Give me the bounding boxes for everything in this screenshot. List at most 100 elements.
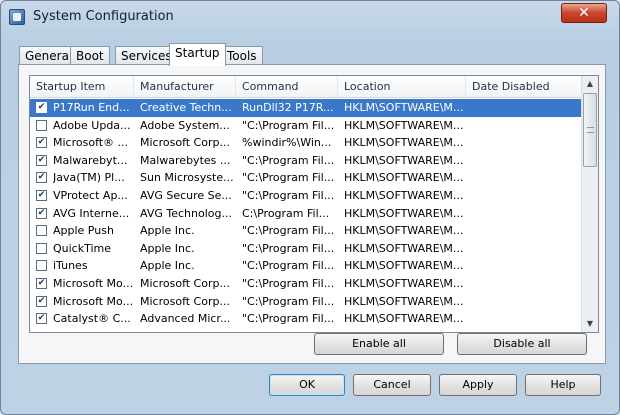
list-rows: ✔ P17Run End... Creative Techn... RunDll32 … (30, 99, 583, 328)
cell-item: QuickTime (53, 241, 112, 255)
startup-item-checkbox[interactable]: ✔ (36, 154, 47, 166)
scrollbar-thumb[interactable] (583, 93, 597, 167)
cell-manufacturer: Microsoft Corp... (140, 276, 230, 290)
apply-button[interactable]: Apply (439, 374, 517, 396)
cell-item: P17Run End... (53, 101, 130, 114)
startup-panel: Startup Item Manufacturer Command Locati… (18, 64, 606, 364)
scroll-down-icon[interactable]: ▼ (582, 316, 598, 332)
startup-item-checkbox[interactable]: ✔ (36, 295, 47, 307)
cell-item: iTunes (53, 259, 88, 273)
tab-tools[interactable]: Tools (221, 46, 263, 65)
list-header: Startup Item Manufacturer Command Locati… (30, 76, 583, 98)
cell-location: HKLM\SOFTWARE\M... (344, 241, 464, 255)
cell-item: Apple Push (53, 224, 114, 238)
tab-boot[interactable]: Boot (70, 46, 110, 65)
cell-command: "C:\Program Fil... (242, 118, 335, 132)
startup-item-checkbox[interactable] (36, 225, 47, 237)
cell-command: "C:\Program Fil... (242, 259, 335, 273)
scroll-up-icon[interactable]: ▲ (582, 76, 598, 92)
cell-manufacturer: Apple Inc. (140, 259, 195, 273)
column-header-manufacturer[interactable]: Manufacturer (134, 76, 236, 98)
startup-item-checkbox[interactable]: ✔ (36, 313, 47, 325)
cell-command: "C:\Program Fil... (242, 171, 335, 185)
cell-item: Adobe Upda... (53, 118, 131, 132)
startup-item-checkbox[interactable]: ✔ (36, 207, 47, 219)
cell-location: HKLM\SOFTWARE\M... (344, 276, 464, 290)
cancel-button[interactable]: Cancel (353, 374, 431, 396)
startup-item-checkbox[interactable] (36, 242, 47, 254)
help-button[interactable]: Help (525, 374, 601, 396)
column-header-startup-item[interactable]: Startup Item (30, 76, 134, 98)
cell-command: "C:\Program Fil... (242, 241, 335, 255)
cell-command: "C:\Program Fil... (242, 153, 335, 167)
startup-item-row[interactable]: iTunes Apple Inc. "C:\Program Fil... HKLM\S… (30, 257, 583, 275)
cell-item: Catalyst® C... (53, 312, 131, 326)
column-header-location[interactable]: Location (338, 76, 466, 98)
startup-item-checkbox[interactable]: ✔ (36, 277, 47, 289)
grip-icon (587, 127, 594, 133)
title-bar[interactable]: System Configuration ✕ (1, 1, 619, 35)
column-header-date-disabled[interactable]: Date Disabled (466, 76, 583, 98)
tab-startup[interactable]: Startup (169, 43, 226, 66)
cell-command: "C:\Program Fil... (242, 276, 335, 290)
startup-item-checkbox[interactable]: ✔ (36, 102, 47, 113)
cell-command: "C:\Program Fil... (242, 224, 335, 238)
startup-item-checkbox[interactable]: ✔ (36, 172, 47, 184)
cell-item: Java(TM) Pl... (53, 171, 125, 185)
cell-item: Microsoft Mo... (53, 276, 134, 290)
system-configuration-window: System Configuration ✕ General Boot Serv… (0, 0, 620, 415)
cell-location: HKLM\SOFTWARE\M... (344, 312, 464, 326)
cell-manufacturer: Adobe System... (140, 118, 230, 132)
startup-item-row[interactable]: ✔ Microsoft® ... Microsoft Corp... %windir%… (30, 134, 583, 152)
startup-item-row[interactable]: ✔ Catalyst® C... Advanced Micr... "C:\Progr… (30, 310, 583, 328)
cell-manufacturer: Microsoft Corp... (140, 136, 230, 150)
startup-item-row[interactable]: ✔ AVG Interne... AVG Technolog... C:\Progra… (30, 205, 583, 223)
startup-item-row[interactable]: ✔ VProtect Ap... AVG Secure Se... "C:\Progr… (30, 187, 583, 205)
cell-manufacturer: AVG Secure Se... (140, 188, 232, 202)
startup-item-row[interactable]: ✔ Malwarebyt... Malwarebytes ... "C:\Progra… (30, 152, 583, 170)
cell-manufacturer: Creative Techn... (140, 101, 232, 114)
cell-item: Malwarebyt... (53, 153, 128, 167)
cell-item: Microsoft® ... (53, 136, 129, 150)
close-button[interactable]: ✕ (561, 3, 607, 23)
startup-item-checkbox[interactable] (36, 119, 47, 131)
cell-command: RunDll32 P17R... (242, 101, 334, 114)
cell-location: HKLM\SOFTWARE\M... (344, 136, 464, 150)
cell-location: HKLM\SOFTWARE\M... (344, 101, 464, 114)
column-header-command[interactable]: Command (236, 76, 338, 98)
vertical-scrollbar[interactable]: ▲ ▼ (581, 76, 598, 332)
cell-manufacturer: Advanced Micr... (140, 312, 231, 326)
ok-button[interactable]: OK (269, 374, 345, 396)
enable-all-button[interactable]: Enable all (314, 333, 444, 355)
startup-item-checkbox[interactable]: ✔ (36, 137, 47, 149)
cell-location: HKLM\SOFTWARE\M... (344, 259, 464, 273)
startup-item-row[interactable]: Apple Push Apple Inc. "C:\Program Fil... HK… (30, 222, 583, 240)
startup-item-row[interactable]: ✔ Microsoft Mo... Microsoft Corp... "C:\Pro… (30, 293, 583, 311)
startup-item-checkbox[interactable]: ✔ (36, 189, 47, 201)
startup-item-row[interactable]: ✔ Microsoft Mo... Microsoft Corp... "C:\Pro… (30, 275, 583, 293)
cell-command: "C:\Program Fil... (242, 312, 335, 326)
cell-location: HKLM\SOFTWARE\M... (344, 224, 464, 238)
cell-item: Microsoft Mo... (53, 294, 134, 308)
startup-items-list[interactable]: Startup Item Manufacturer Command Locati… (29, 75, 599, 333)
cell-item: AVG Interne... (53, 206, 130, 220)
cell-manufacturer: Apple Inc. (140, 241, 195, 255)
cell-item: VProtect Ap... (53, 188, 128, 202)
cell-location: HKLM\SOFTWARE\M... (344, 153, 464, 167)
cell-manufacturer: Sun Microsyste... (140, 171, 234, 185)
cell-manufacturer: AVG Technolog... (140, 206, 232, 220)
disable-all-button[interactable]: Disable all (457, 333, 587, 355)
window-title: System Configuration (33, 9, 174, 24)
startup-item-row[interactable]: ✔ Java(TM) Pl... Sun Microsyste... "C:\Prog… (30, 169, 583, 187)
cell-location: HKLM\SOFTWARE\M... (344, 294, 464, 308)
startup-item-row[interactable]: QuickTime Apple Inc. "C:\Program Fil... HKL… (30, 240, 583, 258)
startup-item-row[interactable]: ✔ P17Run End... Creative Techn... RunDll32 … (30, 99, 583, 117)
system-configuration-icon (9, 9, 25, 25)
startup-item-row[interactable]: Adobe Upda... Adobe System... "C:\Program … (30, 117, 583, 135)
cell-location: HKLM\SOFTWARE\M... (344, 118, 464, 132)
cell-command: %windir%\Win... (242, 136, 332, 150)
cell-command: "C:\Program Fil... (242, 294, 335, 308)
startup-item-checkbox[interactable] (36, 260, 47, 272)
cell-manufacturer: Microsoft Corp... (140, 294, 230, 308)
cell-manufacturer: Malwarebytes ... (140, 153, 231, 167)
